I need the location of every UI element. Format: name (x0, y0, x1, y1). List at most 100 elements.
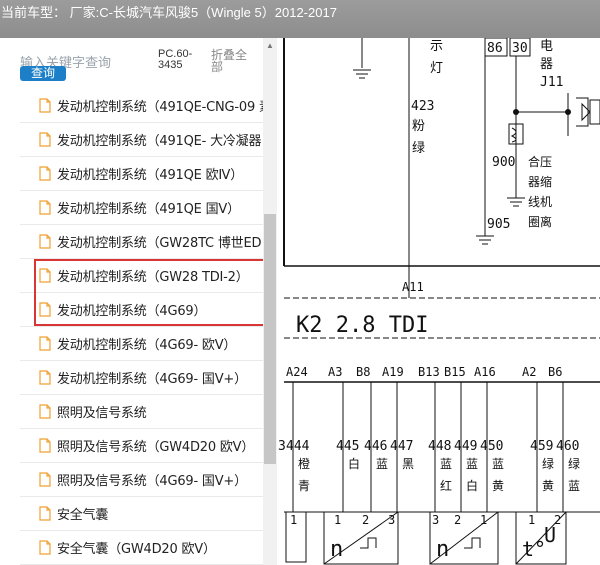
file-icon (39, 438, 51, 453)
file-icon (39, 336, 51, 351)
module-title: K2 2.8 TDI (296, 313, 428, 338)
pin-label: A16 (474, 365, 496, 379)
pin-label: A19 (382, 365, 404, 379)
tree-item-label: 发动机控制系统（491QE- 大冷凝器 (57, 134, 262, 149)
sidebar-scrollbar[interactable]: ▲ (263, 38, 277, 565)
tree-item-label: 发动机控制系统（491QE 欧Ⅳ） (57, 168, 243, 183)
wire-color: 青 (298, 479, 310, 493)
pin-label: B13 (418, 365, 440, 379)
left-pin-label: 3 (278, 439, 286, 454)
tree-item-label: 照明及信号系统（4G69- 国Ⅴ+） (57, 474, 247, 489)
scroll-thumb[interactable] (264, 214, 276, 464)
file-icon (39, 132, 51, 147)
tree-item[interactable]: 发动机控制系统（GW28 TDI-2） (20, 259, 264, 293)
wiring-diagram: 示灯 423 粉绿 86 30 电器 J11 900 合压 器缩 线机 圈离 9… (278, 38, 600, 565)
tree-item[interactable]: 照明及信号系统（GW4D20 欧Ⅴ） (20, 429, 264, 463)
sensor-pin-label: 3 (432, 513, 439, 527)
pin-label: A2 (522, 365, 536, 379)
wire-color: 白 (348, 456, 360, 471)
tree-item-label: 发动机控制系统（GW28 TDI-2） (57, 270, 249, 285)
wire-color: 白 (466, 478, 478, 493)
file-icon (39, 234, 51, 249)
wire-number: 446 (364, 439, 387, 454)
wire-number: 450 (480, 439, 503, 454)
left-pin-label: 1 (290, 513, 297, 527)
wire-color: 绿 (568, 456, 580, 471)
wire-423-label: 423 (411, 99, 434, 114)
tree-item[interactable]: 发动机控制系统（GW28TC 博世ED (20, 225, 264, 259)
tree-item-label: 照明及信号系统（GW4D20 欧Ⅴ） (57, 440, 255, 455)
tree-item-label: 安全气囊 (57, 508, 109, 523)
wire-number: 448 (428, 439, 451, 454)
sensor-pin-label: 2 (454, 513, 461, 527)
tree-item[interactable]: 安全气囊 (20, 497, 264, 531)
compressor-label: 线机 (528, 195, 552, 209)
pin-label: A3 (328, 365, 342, 379)
collapse-all-button[interactable]: 折叠全部 (211, 49, 253, 73)
file-icon (39, 166, 51, 181)
compressor-label: 合压 (528, 154, 552, 169)
wire-color: 红 (440, 478, 452, 493)
compressor-label: 圈离 (528, 214, 552, 229)
tree-item[interactable]: 照明及信号系统 (20, 395, 264, 429)
wire-color: 蓝 (466, 457, 478, 471)
sidebar: 输入关键字查询 查询 PC.60-3435 折叠全部 发动机控制系统（491QE… (0, 38, 278, 565)
window-title: 当前车型： 厂家:C-长城汽车风骏5（Wingle 5）2012-2017 (0, 0, 600, 38)
tree-item-label: 发动机控制系统（4G69- 欧Ⅴ） (57, 338, 237, 353)
tree-item-label: 发动机控制系统（4G69- 国Ⅴ+） (57, 372, 247, 387)
sensor-pin-label: 1 (480, 513, 487, 527)
wire-color: 黑 (402, 457, 414, 471)
wire-30-label: 30 (512, 41, 528, 56)
tree-item[interactable]: 发动机控制系统（491QE-CNG-09 素 (20, 89, 264, 123)
tree-item[interactable]: 发动机控制系统（4G69- 国Ⅴ+） (20, 361, 264, 395)
sensor-pin-label: 2 (554, 513, 561, 527)
relay-label: 电 (540, 39, 553, 54)
tree-item-label: 发动机控制系统（491QE-CNG-09 素 (57, 100, 264, 115)
pc-label: PC.60-3435 (158, 48, 193, 71)
pin-label: B15 (444, 365, 466, 379)
wire-color: 黄 (492, 479, 504, 493)
file-icon (39, 540, 51, 555)
file-icon (39, 472, 51, 487)
tree-item[interactable]: 安全气囊（GW4D20 欧Ⅴ） (20, 531, 264, 565)
tree-item-label: 照明及信号系统 (57, 406, 147, 421)
wire-color: 蓝 (568, 479, 580, 493)
tree-item[interactable]: 发动机控制系统（491QE- 大冷凝器 (20, 123, 264, 157)
file-icon (39, 98, 51, 113)
pin-label: B6 (548, 365, 562, 379)
tree-item-label: 发动机控制系统（491QE 国Ⅴ） (57, 202, 240, 217)
wire-86-label: 86 (487, 41, 503, 56)
wire-number: 447 (390, 439, 413, 454)
wire-color-label: 粉 (412, 119, 425, 134)
sensor-b-symbol: n (436, 537, 449, 562)
lamp-label: 灯 (430, 61, 443, 76)
connector-a11-label: A11 (402, 280, 424, 294)
file-icon (39, 370, 51, 385)
tree-item[interactable]: 发动机控制系统（4G69） (20, 293, 264, 327)
wire-number: 444 (286, 439, 310, 454)
tree-item[interactable]: 发动机控制系统（491QE 国Ⅴ） (20, 191, 264, 225)
wire-color: 蓝 (492, 457, 504, 471)
wire-color: 黄 (542, 479, 554, 493)
tree-item-label: 安全气囊（GW4D20 欧Ⅴ） (57, 542, 216, 557)
wire-color: 蓝 (376, 457, 388, 471)
wire-number: 459 (530, 439, 553, 454)
query-button[interactable]: 查询 (20, 66, 66, 81)
file-icon (39, 200, 51, 215)
wire-color-label: 绿 (412, 141, 425, 156)
wire-number: 445 (336, 439, 359, 454)
file-icon (39, 302, 51, 317)
wire-color: 橙 (298, 456, 310, 471)
system-tree: 发动机控制系统（491QE-CNG-09 素发动机控制系统（491QE- 大冷凝… (20, 89, 264, 565)
scroll-up-arrow-icon[interactable]: ▲ (263, 41, 277, 51)
file-icon (39, 506, 51, 521)
tree-item[interactable]: 照明及信号系统（4G69- 国Ⅴ+） (20, 463, 264, 497)
tree-item[interactable]: 发动机控制系统（4G69- 欧Ⅴ） (20, 327, 264, 361)
tree-item[interactable]: 发动机控制系统（491QE 欧Ⅳ） (20, 157, 264, 191)
wire-color: 蓝 (440, 457, 452, 471)
wire-905-label: 905 (487, 217, 510, 232)
tree-item-label: 发动机控制系统（4G69） (57, 304, 207, 319)
lamp-label: 示 (430, 39, 443, 54)
file-icon (39, 268, 51, 283)
pin-label: B8 (356, 365, 370, 379)
